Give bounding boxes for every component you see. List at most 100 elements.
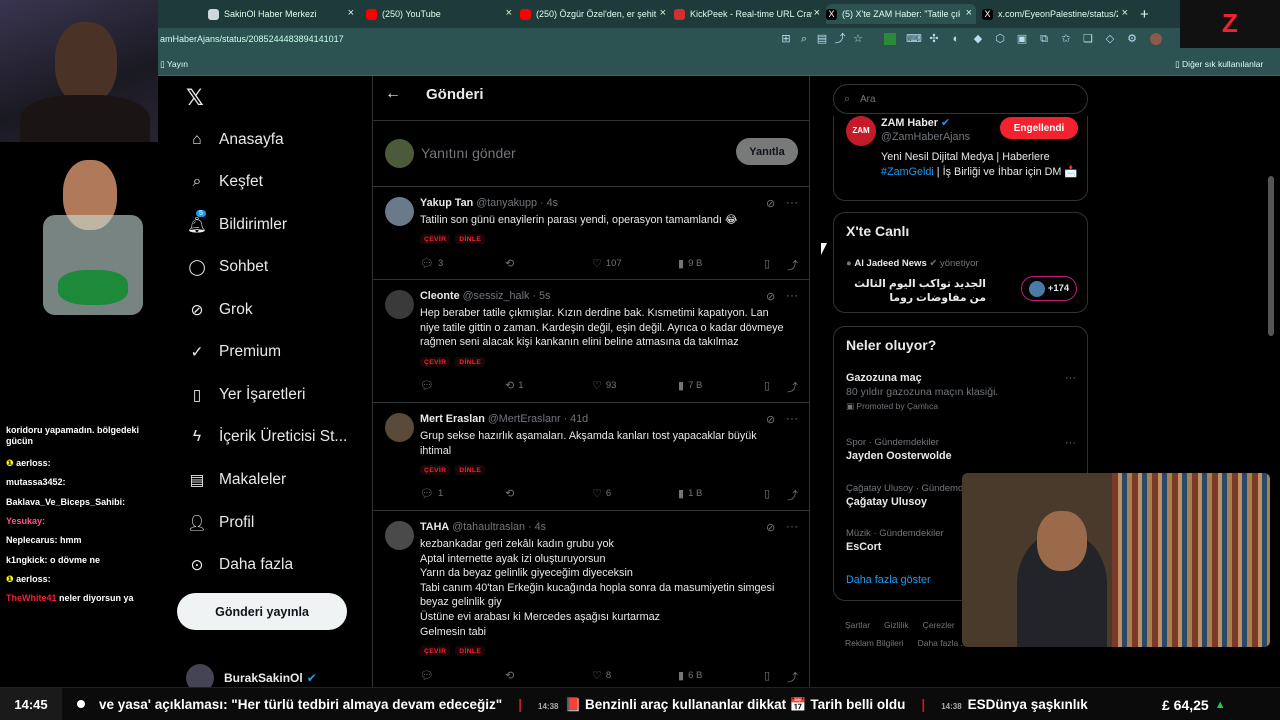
reply-tweet[interactable]: Mert Eraslan @MertEraslanr · 41d ⊘ ··· Gr… (373, 403, 809, 511)
close-tab-icon[interactable]: × (814, 7, 820, 19)
author-name[interactable]: Cleonte (420, 290, 460, 302)
retweet-action[interactable]: ⟲ (505, 257, 518, 270)
post-button[interactable]: Gönderi yayınla (177, 593, 347, 630)
author-handle[interactable]: @tahaultraslan (452, 521, 525, 533)
extension-icon[interactable]: ⌨ (906, 33, 922, 45)
x-logo-icon[interactable]: 𝕏 (186, 85, 204, 111)
blocked-button[interactable]: Engellendi (1000, 117, 1078, 139)
live-source[interactable]: ● Al Jadeed News ✔ yönetiyor (846, 258, 979, 269)
nav-item-creator-studio[interactable]: ϟ İçerik Üreticisi St... (186, 422, 347, 452)
bookmark-folder[interactable]: ▯ Yayın (160, 59, 188, 70)
scrollbar-thumb[interactable] (1268, 176, 1274, 336)
star-icon[interactable]: ☆ (852, 33, 864, 45)
extension-icon[interactable] (884, 33, 896, 45)
grok-explain-icon[interactable]: ⊘ (766, 413, 775, 426)
more-options-icon[interactable]: ··· (786, 519, 798, 533)
translate-tag[interactable]: ÇEVİR (420, 465, 451, 475)
trend-item[interactable]: Spor · Gündemdekiler Jayden Oosterwolde … (846, 437, 1076, 462)
retweet-action[interactable]: ⟲ 1 (505, 379, 524, 392)
extension-icon[interactable]: ⬡ (994, 33, 1006, 45)
browser-tab[interactable]: Xx.com/EyeonPalestine/status/20 × (982, 4, 1132, 24)
timestamp[interactable]: · 4s (528, 521, 546, 533)
footer-link[interactable]: Daha fazla ... (918, 638, 968, 648)
share-action[interactable]: ⤴ (787, 257, 802, 273)
avatar[interactable] (385, 197, 414, 226)
reply-tweet[interactable]: Cleonte @sessiz_halk · 5s ⊘ ··· Hep berab… (373, 280, 809, 403)
footer-link[interactable]: Gizlilik (884, 620, 909, 630)
footer-link[interactable]: Reklam Bilgileri (845, 638, 904, 648)
like-action[interactable]: ♡ 93 (592, 379, 616, 392)
listen-tag[interactable]: DİNLE (455, 357, 486, 367)
reply-button[interactable]: Yanıtla (736, 138, 798, 165)
bookmark-action[interactable]: ▯ (764, 379, 774, 392)
views-action[interactable]: ▮ 7 B (678, 379, 702, 392)
more-options-icon[interactable]: ··· (786, 195, 798, 209)
nav-item-premium[interactable]: ✓ Premium (186, 337, 282, 367)
author-handle[interactable]: @sessiz_halk (463, 290, 530, 302)
views-action[interactable]: ▮ 6 B (678, 669, 702, 682)
avatar[interactable] (385, 521, 414, 550)
reply-action[interactable]: 💬︎ (420, 379, 438, 392)
shield-icon[interactable]: ◇ (1104, 33, 1116, 45)
profile-avatar-icon[interactable] (1150, 33, 1162, 45)
author-name[interactable]: TAHA (420, 521, 449, 533)
listen-tag[interactable]: DİNLE (455, 646, 486, 656)
reply-input[interactable]: Yanıtını gönder (421, 145, 516, 161)
nav-item-notifications[interactable]: 🔔︎ 5 Bildirimler (186, 210, 287, 240)
reply-tweet[interactable]: Yakup Tan @tanyakupp · 4s ⊘ ··· Tatilin s… (373, 187, 809, 280)
collections-icon[interactable]: ❏ (1082, 33, 1094, 45)
author-name[interactable]: Yakup Tan (420, 197, 473, 209)
reply-tweet[interactable]: TAHA @tahaultraslan · 4s ⊘ ··· kezbankada… (373, 511, 809, 687)
browser-tab[interactable]: (250) Özgür Özel'den, er şehit ya × (520, 4, 670, 24)
reply-action[interactable]: 💬︎ 3 (420, 257, 443, 270)
extension-icon[interactable]: ✣ (928, 33, 940, 45)
more-options-icon[interactable]: ··· (1065, 372, 1076, 384)
more-options-icon[interactable]: ··· (786, 411, 798, 425)
live-headline[interactable]: الجديد تواكب اليوم الثالث من مفاوضات روم… (846, 277, 986, 305)
back-arrow-icon[interactable]: ← (385, 85, 401, 103)
close-tab-icon[interactable]: × (348, 7, 354, 19)
grok-explain-icon[interactable]: ⊘ (766, 521, 775, 534)
reply-action[interactable]: 💬︎ (420, 669, 438, 682)
translate-tag[interactable]: ÇEVİR (420, 357, 451, 367)
timestamp[interactable]: · 5s (532, 290, 550, 302)
share-action[interactable]: ⤴ (787, 379, 802, 395)
nav-item-explore[interactable]: ⌕ Keşfet (186, 167, 263, 197)
show-more-link[interactable]: Daha fazla göster (846, 574, 931, 586)
like-action[interactable]: ♡ 107 (592, 257, 622, 270)
more-options-icon[interactable]: ··· (786, 288, 798, 302)
browser-tab[interactable]: (250) YouTube × (366, 4, 516, 24)
listener-count[interactable]: +174 (1021, 276, 1077, 301)
close-tab-icon[interactable]: × (966, 7, 972, 19)
zoom-icon[interactable]: ⌕ (798, 33, 810, 45)
grok-explain-icon[interactable]: ⊘ (766, 197, 775, 210)
views-action[interactable]: ▮ 9 B (678, 257, 702, 270)
new-tab-button[interactable]: + (1140, 4, 1156, 24)
favorites-icon[interactable]: ✩ (1060, 33, 1072, 45)
footer-link[interactable]: Çerezler (923, 620, 955, 630)
reply-action[interactable]: 💬︎ 1 (420, 487, 443, 500)
nav-item-home[interactable]: ⌂ Anasayfa (186, 125, 283, 155)
grok-explain-icon[interactable]: ⊘ (766, 290, 775, 303)
browser-tab[interactable]: KickPeek - Real-time URL Crawle × (674, 4, 824, 24)
nav-item-more[interactable]: ⊙ Daha fazla (186, 550, 294, 580)
bookmark-folder-other[interactable]: ▯ Diğer sık kullanılanlar (1175, 59, 1263, 70)
views-action[interactable]: ▮ 1 B (678, 487, 702, 500)
browser-tab-active[interactable]: X (5) X'te ZAM Haber: "Tatile çıkan × (826, 4, 976, 24)
extension-icon[interactable]: ◐ (950, 33, 962, 45)
close-tab-icon[interactable]: × (506, 7, 512, 19)
timestamp[interactable]: · 4s (540, 197, 558, 209)
retweet-action[interactable]: ⟲ (505, 487, 518, 500)
listen-tag[interactable]: DİNLE (455, 465, 486, 475)
share-action[interactable]: ⤴ (787, 487, 802, 503)
more-options-icon[interactable]: ··· (1065, 437, 1076, 449)
translate-icon[interactable]: ⊞ (780, 33, 792, 45)
url-text[interactable]: amHaberAjans/status/2085244483894141017 (160, 34, 344, 44)
avatar[interactable] (385, 413, 414, 442)
author-handle[interactable]: @MertEraslanr (488, 413, 561, 425)
share-action[interactable]: ⤴ (787, 669, 802, 685)
share-icon[interactable]: ⤴ (834, 33, 846, 45)
profile-handle[interactable]: @ZamHaberAjans (881, 131, 970, 143)
extension-icon[interactable]: ◆ (972, 33, 984, 45)
close-tab-icon[interactable]: × (1122, 7, 1128, 19)
